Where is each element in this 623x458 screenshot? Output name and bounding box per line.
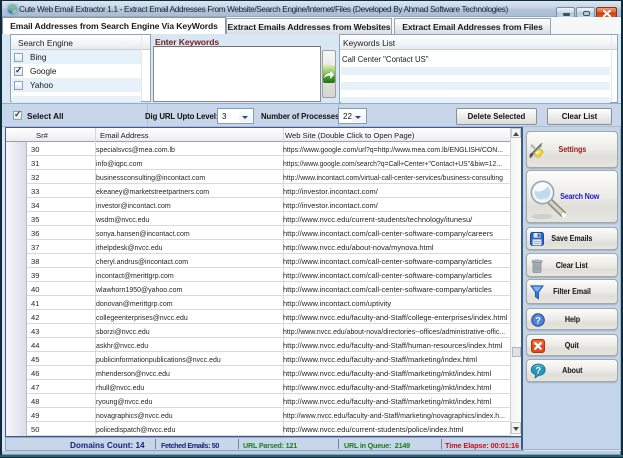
svg-text:?: ? [535, 365, 541, 376]
svg-text:?: ? [535, 316, 541, 327]
